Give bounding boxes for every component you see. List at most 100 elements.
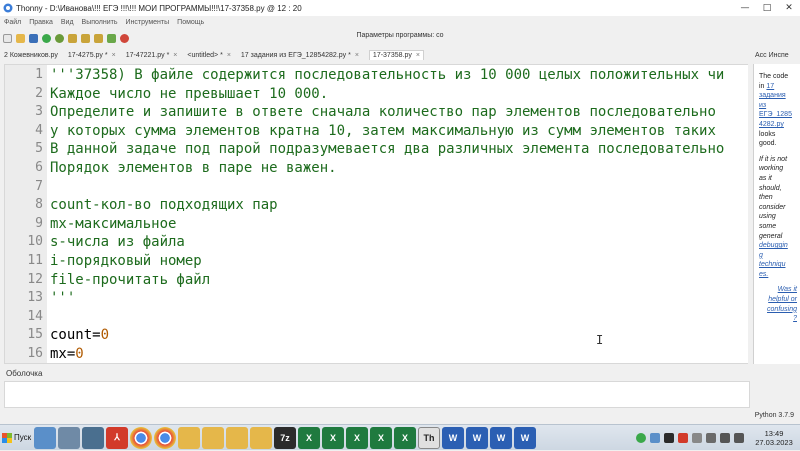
line-text: count-кол-во подходящих пар	[50, 197, 278, 214]
tab-label: 17-4275.py *	[67, 51, 108, 59]
menu-help[interactable]: Помощь	[177, 19, 204, 26]
python-version-label[interactable]: Python 3.7.9	[755, 412, 794, 419]
tab-label: <untitled> *	[187, 51, 223, 59]
maximize-button[interactable]: □	[756, 0, 778, 16]
line-number: 3	[35, 104, 43, 120]
folder-icon[interactable]	[226, 426, 248, 449]
tab-file[interactable]: 17 задания из ЕГЭ_12854282.py * ×	[241, 52, 359, 59]
language-icon[interactable]	[692, 433, 702, 443]
folder-icon[interactable]	[202, 426, 224, 449]
tab-file[interactable]: 17-47221.py * ×	[126, 52, 178, 59]
file-link[interactable]: 17	[766, 83, 774, 90]
start-button[interactable]: Пуск	[0, 425, 34, 451]
word-icon[interactable]: W	[466, 426, 488, 449]
file-link[interactable]: ЕГЭ_1285	[759, 110, 797, 120]
menu-run[interactable]: Выполнить	[82, 19, 118, 26]
menu-edit[interactable]: Правка	[29, 19, 53, 26]
excel-icon[interactable]: X	[346, 426, 368, 449]
tab-close-icon[interactable]: ×	[416, 52, 420, 59]
code-line: 7	[5, 178, 749, 197]
line-number: 14	[27, 308, 43, 324]
menu-view[interactable]: Вид	[61, 19, 74, 26]
status-bar: Python 3.7.9	[0, 410, 800, 424]
tab-close-icon[interactable]: ×	[227, 52, 231, 59]
feedback-link[interactable]: ?	[759, 314, 797, 324]
line-number: 9	[35, 215, 43, 231]
feedback-link[interactable]: confusing	[759, 305, 797, 315]
program-arguments-label: Параметры программы: co	[356, 32, 444, 39]
tray-app-icon[interactable]	[678, 433, 688, 443]
assistant-hint: consider	[759, 203, 786, 211]
line-number: 4	[35, 122, 43, 138]
debugging-link[interactable]: es.	[759, 270, 797, 280]
line-number: 7	[35, 178, 43, 194]
tray-app-icon[interactable]	[706, 433, 716, 443]
file-link[interactable]: 4282.py	[759, 120, 797, 130]
feedback-link[interactable]: Was it	[759, 285, 797, 295]
assistant-tab-header[interactable]: Асс Инспе	[753, 48, 800, 62]
tab-file[interactable]: <untitled> * ×	[187, 52, 231, 59]
line-text: file-прочитать файл	[50, 271, 211, 288]
line-text: Определите и запишите в ответе сначала к…	[50, 104, 716, 121]
monitor-icon[interactable]	[82, 426, 104, 449]
menu-tools[interactable]: Инструменты	[126, 19, 170, 26]
tab-file-active[interactable]: 17-37358.py ×	[368, 50, 424, 60]
excel-icon[interactable]: X	[370, 426, 392, 449]
close-button[interactable]: ✕	[778, 0, 800, 16]
desktop-icon[interactable]	[58, 426, 80, 449]
line-text: Порядок элементов в паре не важен.	[50, 160, 337, 176]
word-icon[interactable]: W	[442, 426, 464, 449]
line-number: 8	[35, 197, 43, 213]
folder-icon[interactable]	[178, 426, 200, 449]
excel-icon[interactable]: X	[394, 426, 416, 449]
shell-panel-label: Оболочка	[6, 369, 43, 378]
debugging-link[interactable]: debuggin	[759, 241, 797, 251]
calculator-icon[interactable]	[34, 426, 56, 449]
title-bar: Thonny - D:\Иванова\!!! ЕГЭ !!!\!!! МОИ …	[0, 0, 800, 16]
file-link[interactable]: из	[759, 101, 797, 111]
line-text: '''37358) В файле содержится последовате…	[50, 67, 725, 83]
window-controls: — □ ✕	[734, 0, 800, 16]
tray-app-icon[interactable]	[636, 433, 646, 443]
debugging-link[interactable]: techniqu	[759, 260, 797, 270]
tab-close-icon[interactable]: ×	[355, 52, 359, 59]
pdf-icon[interactable]: ⅄	[106, 426, 128, 449]
thonny-taskbar-icon[interactable]: Th	[418, 426, 440, 449]
feedback-link[interactable]: helpful or	[759, 295, 797, 305]
code-line: 13 '''	[5, 289, 749, 308]
line-number: 11	[27, 253, 43, 268]
clock[interactable]: 13:49 27.03.2023	[748, 429, 800, 447]
assistant-text: good.	[759, 140, 777, 148]
file-link[interactable]: задания	[759, 91, 797, 101]
tab-file[interactable]: 2 Кожевников.py	[4, 52, 58, 59]
folder-icon[interactable]	[250, 426, 272, 449]
minimize-button[interactable]: —	[734, 0, 756, 16]
debugging-link[interactable]: g	[759, 251, 797, 261]
volume-icon[interactable]	[734, 433, 744, 443]
code-identifier: mx=	[50, 346, 76, 362]
assistant-hint: as it	[759, 174, 772, 182]
excel-icon[interactable]: X	[322, 426, 344, 449]
tray-app-icon[interactable]	[650, 433, 660, 443]
chrome-icon[interactable]	[154, 426, 176, 449]
windows-taskbar: Пуск ⅄ 7z X X X X X Th W W W W 13:49 27.…	[0, 424, 800, 450]
word-icon[interactable]: W	[490, 426, 512, 449]
tab-file[interactable]: 17-4275.py * ×	[68, 52, 116, 59]
network-icon[interactable]	[720, 433, 730, 443]
code-editor[interactable]: 1 '''37358) В файле содержится последоват…	[4, 64, 750, 364]
archiver-7z-icon[interactable]: 7z	[274, 426, 296, 449]
assistant-hint: If it is not	[759, 155, 788, 163]
chrome-icon[interactable]	[130, 426, 152, 449]
shell-console[interactable]	[4, 381, 750, 408]
tab-close-icon[interactable]: ×	[173, 52, 177, 59]
assistant-text: looks	[759, 130, 776, 138]
assistant-hint: then	[759, 194, 773, 202]
menu-file[interactable]: Файл	[4, 19, 21, 26]
line-text: mx=0	[50, 345, 84, 363]
tab-close-icon[interactable]: ×	[112, 52, 116, 59]
word-icon[interactable]: W	[514, 426, 536, 449]
line-number: 2	[35, 85, 43, 101]
excel-icon[interactable]: X	[298, 426, 320, 449]
tray-app-icon[interactable]	[664, 433, 674, 443]
code-line: 11 i-порядковый номер	[5, 252, 749, 271]
